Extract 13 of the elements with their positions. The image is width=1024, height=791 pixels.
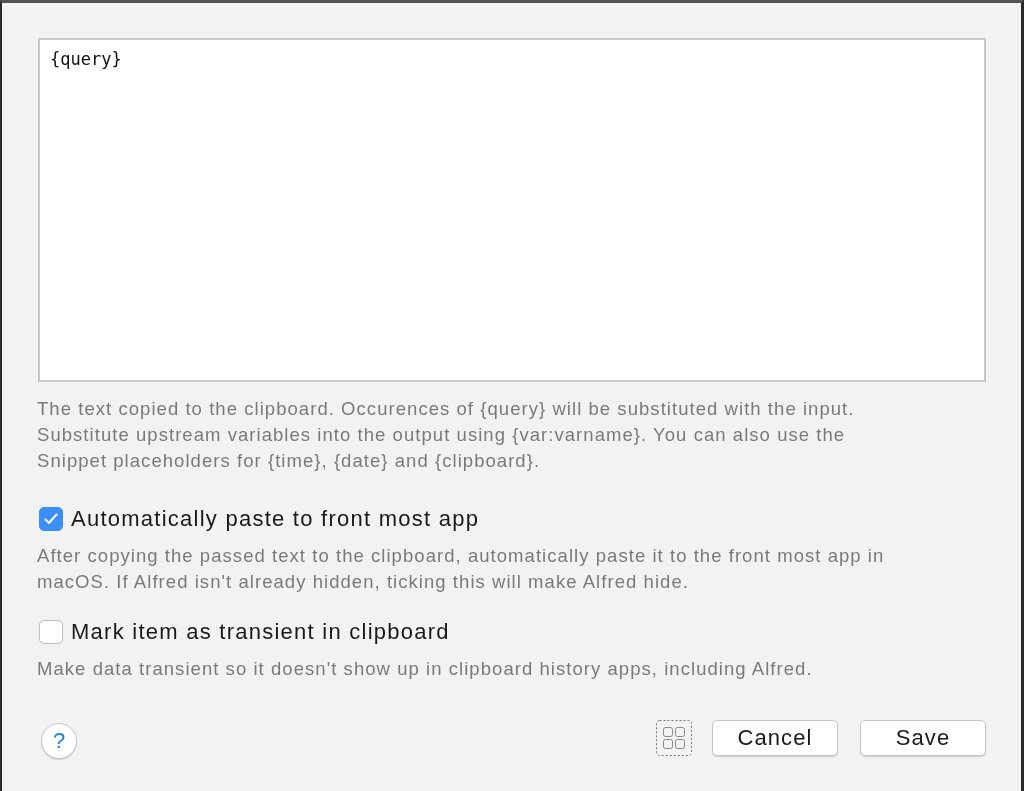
save-button[interactable]: Save	[860, 720, 986, 756]
text-editor[interactable]: {query}	[38, 38, 986, 382]
option-description: After copying the passed text to the clipboard, automatically paste it to the front most app in macOS. If Alfred isn't already hidden, ticking this will make Alfred hide.	[37, 544, 886, 594]
checkbox-label[interactable]: Mark item as transient in clipboard	[71, 619, 450, 645]
checkbox[interactable]	[39, 507, 63, 531]
option-description: Make data transient so it doesn't show up in clipboard history apps, including Alfred.	[37, 657, 814, 681]
checkbox-label[interactable]: Automatically paste to front most app	[71, 506, 480, 532]
help-button[interactable]: ?	[41, 723, 77, 759]
cancel-button[interactable]: Cancel	[712, 720, 838, 756]
checkbox[interactable]	[39, 620, 63, 644]
grid-icon[interactable]	[656, 720, 692, 756]
checkmark-icon	[44, 513, 58, 525]
editor-help-text: The text copied to the clipboard. Occurences of {query} will be substituted with the input. Substitute upstream variables into the output using {var:varname}. You can also use the Snippet placeholders for {time}, {date} and {clipboard}.	[37, 397, 856, 473]
